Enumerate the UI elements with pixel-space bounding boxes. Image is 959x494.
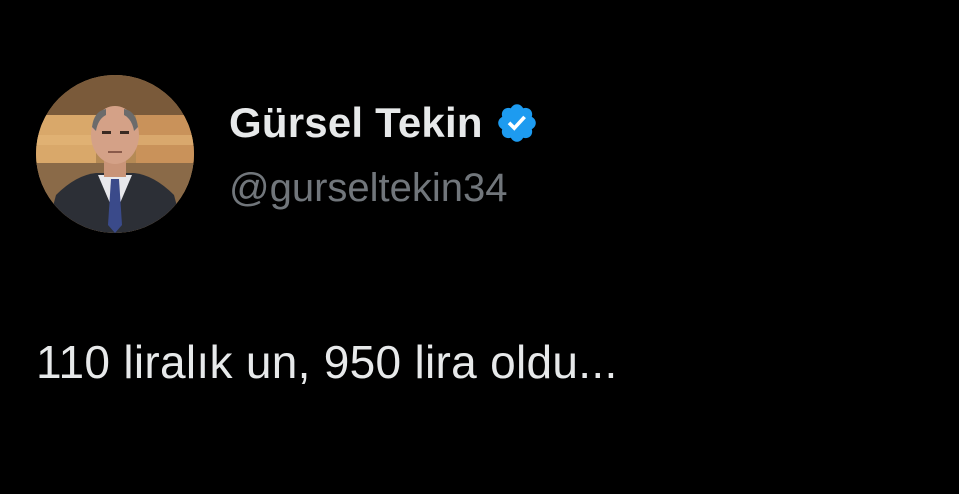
tweet-card: Gürsel Tekin @gurseltekin34 110 liralık … xyxy=(0,0,959,494)
verified-badge-icon xyxy=(495,101,539,145)
author-name-row: Gürsel Tekin xyxy=(229,98,539,148)
tweet-text: 110 liralık un, 950 lira oldu... xyxy=(36,336,618,388)
author-avatar[interactable] xyxy=(36,75,194,233)
author-display-name[interactable]: Gürsel Tekin xyxy=(229,99,483,147)
avatar-photo xyxy=(36,75,194,233)
author-handle[interactable]: @gurseltekin34 xyxy=(229,166,508,211)
